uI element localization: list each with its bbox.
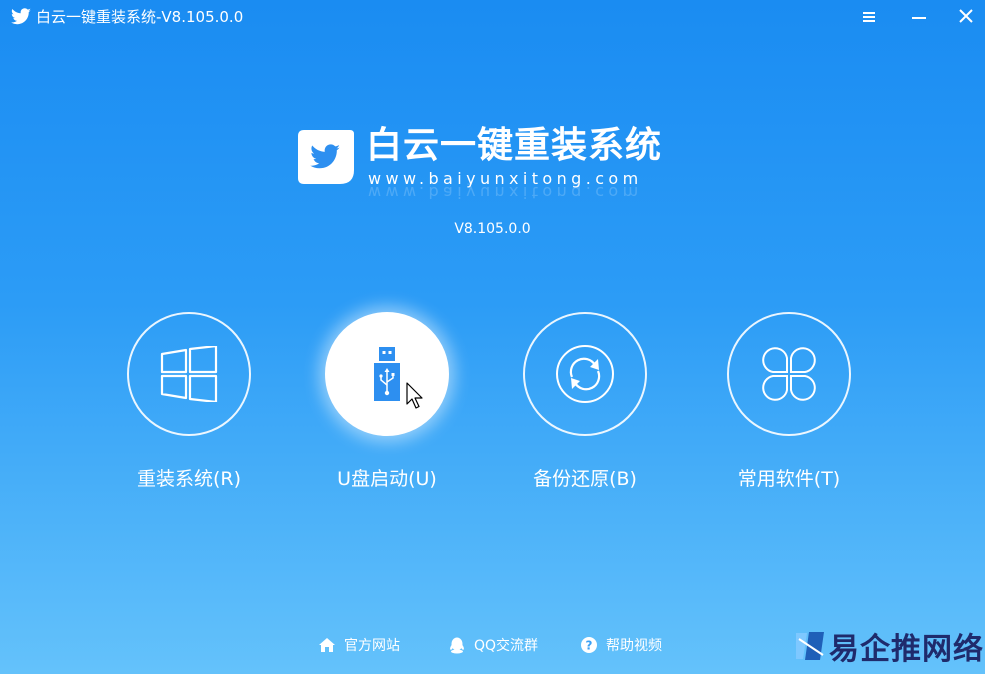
- watermark-text: 易企推网络: [829, 632, 984, 667]
- close-icon: [959, 9, 973, 23]
- minimize-button[interactable]: [906, 5, 932, 29]
- feature-usb-boot[interactable]: U盘启动(U): [324, 312, 450, 490]
- refresh-icon: [556, 345, 614, 403]
- close-button[interactable]: [953, 5, 979, 29]
- brand-url-reflection: www.baiyunxitong.com: [368, 183, 643, 202]
- feature-label: U盘启动(U): [337, 468, 437, 490]
- menu-button[interactable]: [856, 5, 882, 29]
- watermark: 易企推网络: [793, 626, 984, 667]
- feature-label: 常用软件(T): [737, 468, 841, 490]
- version-label: V8.105.0.0: [454, 221, 531, 237]
- footer-link-label: 帮助视频: [606, 638, 662, 654]
- usb-icon: [374, 347, 400, 401]
- app-logo: [294, 126, 356, 188]
- svg-text:?: ?: [586, 639, 593, 653]
- feature-common-software[interactable]: 常用软件(T): [726, 312, 852, 490]
- menu-icon: [863, 12, 875, 22]
- help-icon: ?: [580, 636, 598, 654]
- feature-reinstall-system[interactable]: 重装系统(R): [126, 312, 252, 490]
- official-website-link[interactable]: 官方网站: [318, 634, 400, 656]
- feature-backup-restore[interactable]: 备份还原(B): [522, 312, 648, 490]
- help-video-link[interactable]: ? 帮助视频: [580, 634, 662, 656]
- feature-circle[interactable]: [523, 312, 647, 436]
- minimize-icon: [912, 17, 926, 19]
- brand-title: 白云一键重装系统: [366, 125, 663, 166]
- watermark-logo-icon: [796, 632, 824, 660]
- feature-label: 备份还原(B): [533, 468, 637, 490]
- footer-link-label: QQ交流群: [474, 638, 539, 654]
- bird-icon: [10, 8, 32, 26]
- home-icon: [318, 636, 336, 654]
- apps-icon: [762, 347, 816, 401]
- feature-label: 重装系统(R): [136, 468, 242, 490]
- window-title: 白云一键重装系统-V8.105.0.0: [36, 8, 244, 26]
- title-bar: 白云一键重装系统-V8.105.0.0: [0, 0, 985, 34]
- windows-icon: [160, 346, 218, 402]
- feature-circle[interactable]: [325, 312, 449, 436]
- feature-circle[interactable]: [127, 312, 251, 436]
- footer-link-label: 官方网站: [344, 638, 400, 654]
- qq-icon: [448, 636, 466, 654]
- feature-circle[interactable]: [727, 312, 851, 436]
- qq-group-link[interactable]: QQ交流群: [448, 634, 538, 656]
- mouse-cursor-icon: [406, 382, 424, 414]
